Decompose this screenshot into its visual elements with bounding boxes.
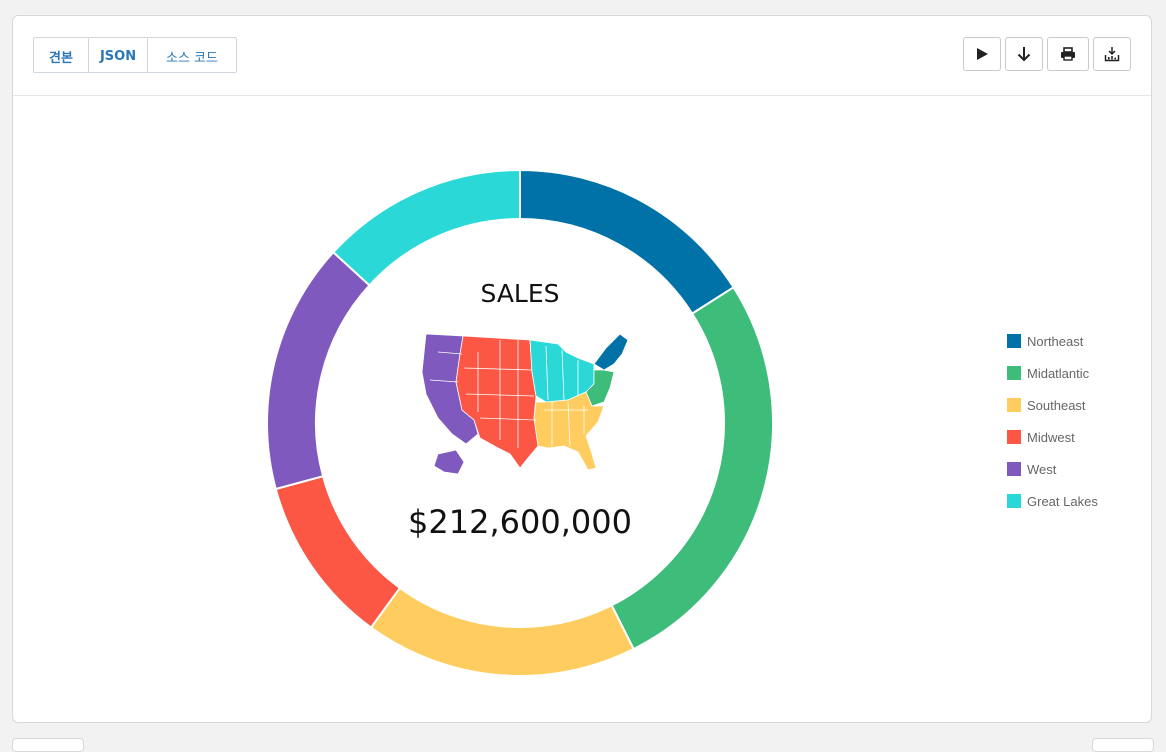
legend-label: Northeast <box>1027 333 1084 349</box>
tab-source-code[interactable]: 소스 코드 <box>148 38 236 72</box>
bottom-panel-edge-right <box>1092 738 1154 752</box>
download-button[interactable] <box>1005 37 1043 71</box>
legend-swatch <box>1007 494 1021 508</box>
legend-label: Great Lakes <box>1027 493 1098 509</box>
legend-item-southeast[interactable]: Southeast <box>1007 389 1098 421</box>
print-icon <box>1060 47 1076 61</box>
panel-header: 견본 JSON 소스 코드 <box>13 16 1151 96</box>
legend-item-west[interactable]: West <box>1007 453 1098 485</box>
bottom-panel-edge-left <box>12 738 84 752</box>
us-regions-map-image <box>408 322 636 495</box>
legend-item-northeast[interactable]: Northeast <box>1007 325 1098 357</box>
legend-swatch <box>1007 334 1021 348</box>
play-button[interactable] <box>963 37 1001 71</box>
legend-swatch <box>1007 462 1021 476</box>
legend-swatch <box>1007 398 1021 412</box>
donut-slice-midwest[interactable] <box>274 474 402 629</box>
tab-sample[interactable]: 견본 <box>34 38 89 72</box>
legend-item-midatlantic[interactable]: Midatlantic <box>1007 357 1098 389</box>
legend-label: Midwest <box>1027 429 1075 445</box>
chart-center-value: $212,600,000 <box>408 503 632 541</box>
legend-swatch <box>1007 430 1021 444</box>
legend-item-midwest[interactable]: Midwest <box>1007 421 1098 453</box>
chart-area: SALES $212,600,000 Northeast Midatlantic… <box>13 96 1151 722</box>
legend-swatch <box>1007 366 1021 380</box>
donut-slice-southeast[interactable] <box>369 586 635 677</box>
donut-slice-west[interactable] <box>266 250 371 491</box>
legend-label: Midatlantic <box>1027 365 1090 381</box>
export-button[interactable] <box>1093 37 1131 71</box>
legend-label: Southeast <box>1027 397 1086 413</box>
print-button[interactable] <box>1047 37 1089 71</box>
legend-item-great-lakes[interactable]: Great Lakes <box>1007 485 1098 517</box>
view-tabs: 견본 JSON 소스 코드 <box>33 37 237 73</box>
download-arrow-icon <box>1017 46 1031 62</box>
chart-panel: 견본 JSON 소스 코드 SALES $212,600,000 Northea… <box>12 15 1152 723</box>
legend-label: West <box>1027 461 1057 477</box>
play-icon <box>975 47 989 61</box>
toolbar <box>963 37 1131 71</box>
export-icon <box>1104 46 1120 62</box>
chart-legend: Northeast Midatlantic Southeast Midwest … <box>1007 325 1098 517</box>
donut-slice-great-lakes[interactable] <box>331 168 521 287</box>
tab-json[interactable]: JSON <box>89 38 148 72</box>
chart-center-title: SALES <box>480 279 560 308</box>
